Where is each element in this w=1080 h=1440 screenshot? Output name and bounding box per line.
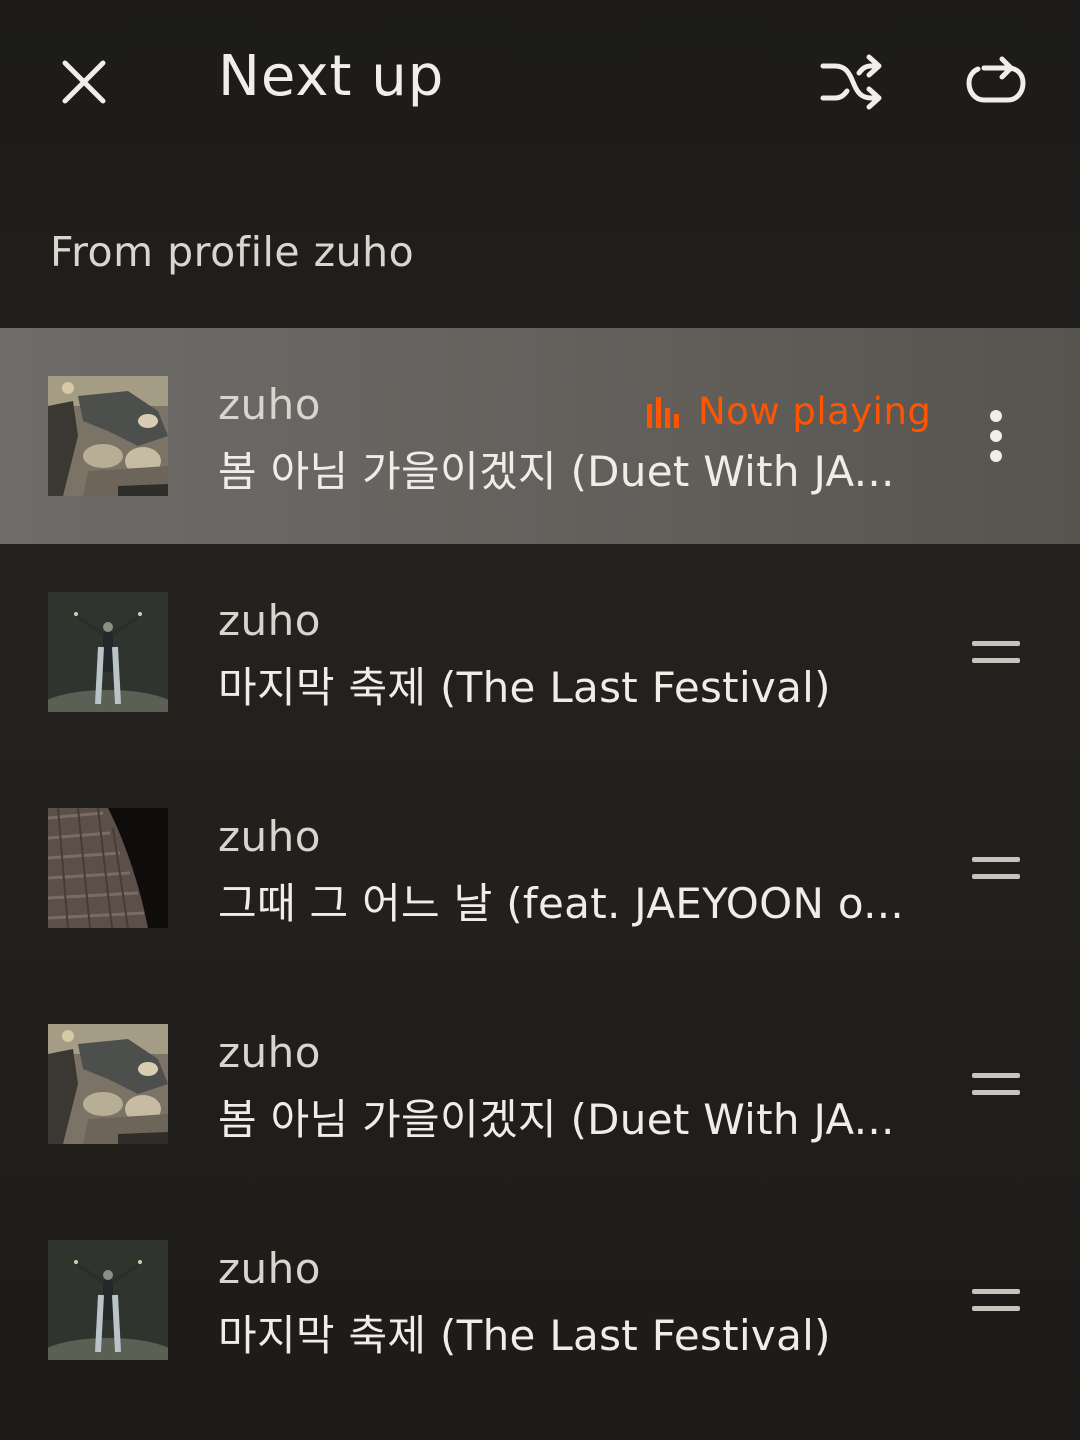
queue-screen: Next up From profile zuho zuho 봄 아님 가을이겠… — [0, 0, 1080, 1440]
track-title: 봄 아님 가을이겠지 (Duet With JA... — [218, 447, 895, 496]
drag-handle-icon — [972, 857, 1020, 879]
close-button[interactable] — [50, 48, 118, 116]
equalizer-icon — [647, 396, 679, 428]
queue-list: zuho 봄 아님 가을이겠지 (Duet With JA... Now pla… — [0, 328, 1080, 1408]
queue-row[interactable]: zuho 마지막 축제 (The Last Festival) — [0, 544, 1080, 760]
close-icon — [62, 60, 106, 104]
drag-handle-icon — [972, 1289, 1020, 1311]
queue-row-now-playing[interactable]: zuho 봄 아님 가을이겠지 (Duet With JA... Now pla… — [0, 328, 1080, 544]
track-title: 그때 그 어느 날 (feat. JAEYOON o... — [218, 879, 905, 928]
drag-handle-icon — [972, 641, 1020, 663]
track-artist: zuho — [218, 380, 321, 429]
drag-handle[interactable] — [966, 1054, 1026, 1114]
track-title: 봄 아님 가을이겠지 (Duet With JA... — [218, 1095, 895, 1144]
album-art — [48, 376, 168, 496]
queue-source-label: From profile zuho — [50, 228, 415, 276]
album-art — [48, 1240, 168, 1360]
shuffle-button[interactable] — [812, 44, 892, 120]
more-options-button[interactable] — [966, 406, 1026, 466]
album-art — [48, 808, 168, 928]
now-playing-indicator: Now playing — [646, 390, 931, 433]
track-artist: zuho — [218, 812, 321, 861]
drag-handle-icon — [972, 1073, 1020, 1095]
repeat-button[interactable] — [956, 44, 1036, 120]
track-title: 마지막 축제 (The Last Festival) — [218, 1311, 831, 1360]
page-title: Next up — [218, 44, 445, 109]
album-art — [48, 1024, 168, 1144]
shuffle-icon — [820, 54, 882, 110]
queue-row[interactable]: zuho 마지막 축제 (The Last Festival) — [0, 1192, 1080, 1408]
track-artist: zuho — [218, 1244, 321, 1293]
album-art — [48, 592, 168, 712]
track-artist: zuho — [218, 1028, 321, 1077]
queue-row[interactable]: zuho 그때 그 어느 날 (feat. JAEYOON o... — [0, 760, 1080, 976]
drag-handle[interactable] — [966, 1270, 1026, 1330]
drag-handle[interactable] — [966, 622, 1026, 682]
drag-handle[interactable] — [966, 838, 1026, 898]
queue-row[interactable]: zuho 봄 아님 가을이겠지 (Duet With JA... — [0, 976, 1080, 1192]
track-title: 마지막 축제 (The Last Festival) — [218, 663, 831, 712]
header: Next up — [0, 0, 1080, 170]
repeat-icon — [966, 56, 1026, 103]
now-playing-label: Now playing — [698, 390, 932, 433]
more-vertical-icon — [990, 410, 1002, 462]
track-artist: zuho — [218, 596, 321, 645]
